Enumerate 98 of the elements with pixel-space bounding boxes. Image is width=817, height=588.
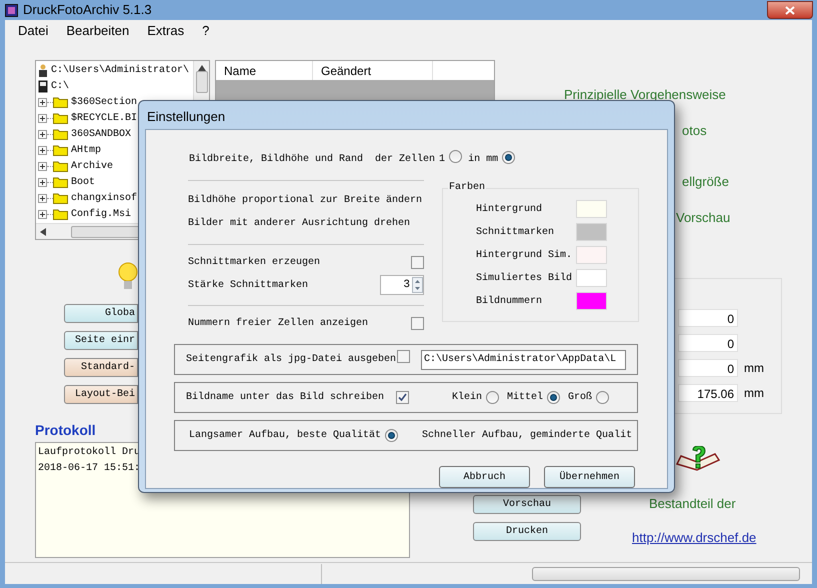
guide-link[interactable]: Vorschau bbox=[676, 208, 730, 227]
radio-label[interactable]: Groß bbox=[568, 390, 592, 405]
tree-item[interactable]: AHtmp bbox=[71, 142, 102, 158]
section-title: Protokoll bbox=[35, 421, 96, 440]
value-field[interactable]: 0 bbox=[678, 334, 738, 352]
radio-button[interactable] bbox=[596, 391, 610, 404]
log-line: 2018-06-17 15:51: bbox=[38, 462, 142, 476]
tree-item[interactable]: $360Section bbox=[71, 94, 138, 110]
value-field[interactable]: 0 bbox=[678, 359, 738, 377]
radio-button[interactable] bbox=[449, 150, 462, 162]
color-swatch[interactable] bbox=[576, 223, 607, 241]
folder-icon bbox=[53, 176, 68, 188]
dialog-button[interactable]: Abbruch bbox=[439, 466, 530, 488]
checkbox[interactable] bbox=[411, 256, 424, 268]
close-icon bbox=[785, 6, 795, 14]
checkbox[interactable] bbox=[411, 316, 424, 330]
tree-item[interactable]: C:\ bbox=[51, 78, 70, 94]
lightbulb-icon bbox=[118, 262, 138, 290]
color-swatch[interactable] bbox=[576, 200, 607, 218]
radio-button[interactable] bbox=[385, 429, 398, 442]
color-label: Bildnummern bbox=[476, 294, 544, 308]
expand-icon[interactable] bbox=[38, 162, 47, 170]
guide-link[interactable]: otos bbox=[682, 120, 730, 140]
menu-item[interactable]: Extras bbox=[147, 21, 184, 41]
expand-icon[interactable] bbox=[38, 210, 47, 218]
info-text: Bestandteil der bbox=[649, 495, 737, 513]
menu-item[interactable]: Bearbeiten bbox=[66, 21, 130, 41]
option-label: Seitengrafik als jpg-Datei ausgeben bbox=[186, 352, 396, 367]
color-swatch[interactable] bbox=[576, 269, 607, 287]
tree-item[interactable]: Config.Msi bbox=[71, 206, 132, 222]
side-button[interactable]: Globa bbox=[64, 304, 138, 323]
drive-icon bbox=[38, 80, 48, 92]
radio-button[interactable] bbox=[502, 151, 516, 164]
scroll-thumb[interactable] bbox=[196, 71, 208, 93]
radio-button[interactable] bbox=[486, 391, 500, 404]
option-label: Stärke Schnittmarken bbox=[188, 278, 308, 292]
color-label: Hintergrund Sim. bbox=[476, 248, 574, 262]
action-button[interactable]: Drucken bbox=[473, 522, 581, 541]
color-label: Hintergrund bbox=[476, 202, 544, 216]
column-header[interactable]: Geändert bbox=[313, 61, 433, 80]
radio-label[interactable]: in mm bbox=[468, 152, 498, 166]
side-button[interactable]: Standard- bbox=[64, 358, 138, 377]
close-button[interactable] bbox=[767, 1, 813, 19]
folder-icon bbox=[53, 192, 68, 204]
expand-icon[interactable] bbox=[38, 178, 47, 186]
radio-label[interactable]: Langsamer Aufbau, beste Qualität bbox=[189, 428, 382, 443]
checkbox[interactable] bbox=[396, 391, 409, 404]
expand-icon[interactable] bbox=[38, 194, 47, 202]
radio-label[interactable]: Klein bbox=[452, 390, 482, 405]
number-spinner[interactable]: 3 bbox=[380, 275, 424, 295]
value-field[interactable]: 0 bbox=[678, 309, 738, 327]
guide-link[interactable]: ellgröße bbox=[682, 172, 730, 192]
tree-item[interactable]: $RECYCLE.BI bbox=[71, 110, 138, 126]
tree-item[interactable]: changxinsof bbox=[71, 190, 138, 206]
expand-icon[interactable] bbox=[38, 114, 47, 122]
unit-label: mm bbox=[744, 385, 764, 402]
side-button[interactable]: Seite einr bbox=[64, 331, 138, 350]
folder-icon bbox=[53, 112, 68, 124]
option-label: Bildname unter das Bild schreiben bbox=[186, 390, 386, 405]
folder-icon bbox=[53, 96, 68, 108]
tree-item[interactable]: 360SANDBOX bbox=[71, 126, 132, 142]
expand-icon[interactable] bbox=[38, 98, 47, 106]
expand-icon[interactable] bbox=[38, 130, 47, 138]
value-field[interactable]: 175.06 bbox=[678, 384, 738, 402]
spinner-arrows-icon[interactable] bbox=[412, 277, 423, 293]
dialog-button[interactable]: Übernehmen bbox=[544, 466, 635, 488]
folder-icon bbox=[53, 128, 68, 140]
tree-item[interactable]: C:\Users\Administrator\ bbox=[51, 62, 190, 78]
expand-icon[interactable] bbox=[38, 146, 47, 154]
option-label: Schneller Aufbau, geminderte Qualit bbox=[422, 428, 632, 443]
menu-item[interactable]: Datei bbox=[18, 21, 48, 41]
app-icon bbox=[5, 4, 18, 16]
checkbox[interactable] bbox=[397, 350, 410, 363]
action-button[interactable]: Vorschau bbox=[473, 495, 581, 514]
folder-icon bbox=[53, 144, 68, 156]
side-button[interactable]: Layout-Bei bbox=[64, 385, 138, 404]
folder-icon bbox=[53, 208, 68, 220]
website-link[interactable]: http://www.drschef.de bbox=[632, 528, 792, 547]
unit-label: mm bbox=[744, 360, 764, 377]
radio-label[interactable]: 1 bbox=[439, 152, 446, 166]
color-label: Schnittmarken bbox=[476, 226, 556, 240]
user-icon bbox=[38, 64, 48, 76]
menu-item[interactable]: ? bbox=[202, 21, 210, 41]
scroll-thumb[interactable] bbox=[71, 226, 141, 238]
tree-item[interactable]: Archive bbox=[71, 158, 114, 174]
scroll-left-icon[interactable] bbox=[40, 228, 46, 236]
color-label: Simuliertes Bild bbox=[476, 272, 574, 286]
option-label: Schnittmarken erzeugen bbox=[188, 256, 320, 270]
color-swatch[interactable] bbox=[576, 246, 607, 264]
color-swatch[interactable] bbox=[576, 292, 607, 310]
folder-icon bbox=[53, 160, 68, 172]
option-label: Nummern freier Zellen anzeigen bbox=[188, 316, 368, 330]
radio-button[interactable] bbox=[547, 391, 560, 404]
column-header[interactable]: Name bbox=[216, 61, 313, 80]
radio-label[interactable]: Mittel bbox=[507, 390, 544, 405]
window-title: DruckFotoArchiv 5.1.3 bbox=[23, 1, 152, 20]
path-field[interactable]: C:\Users\Administrator\AppData\L bbox=[421, 350, 626, 370]
tree-item[interactable]: Boot bbox=[71, 174, 96, 190]
